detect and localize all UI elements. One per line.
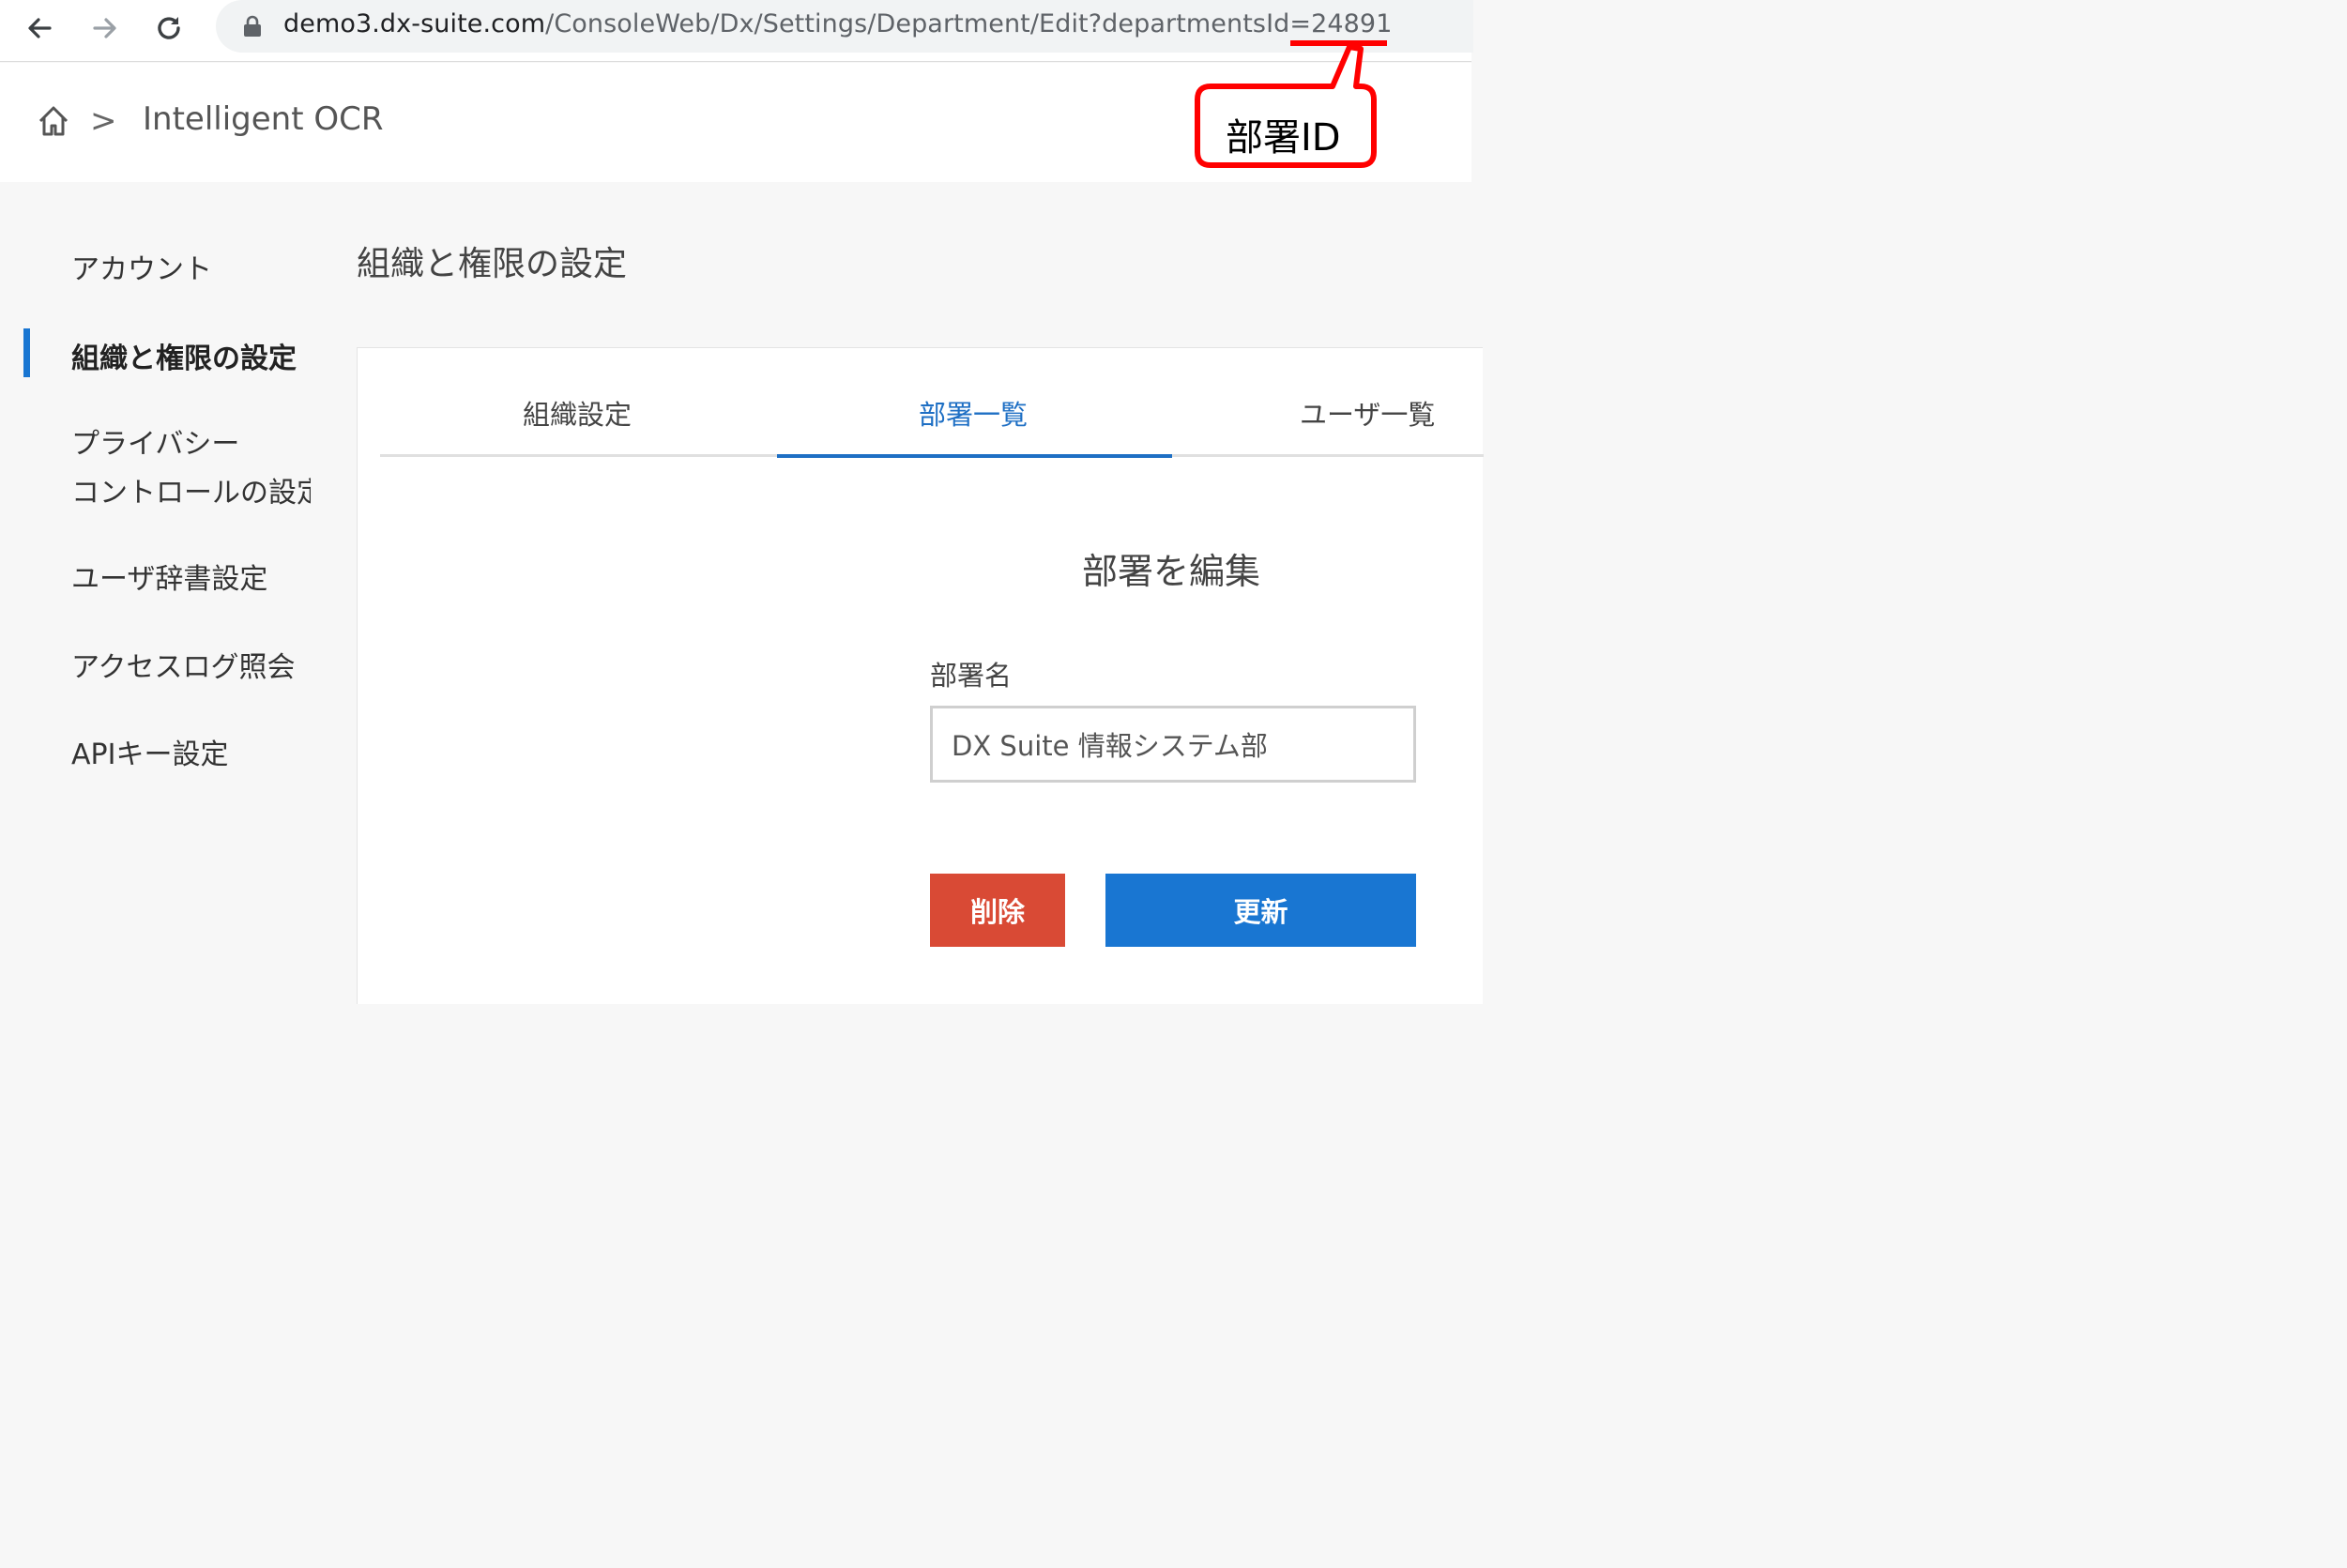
tab-user-list[interactable]: ユーザ一覧	[1300, 393, 1435, 433]
sidebar-item-org-permissions[interactable]: 組織と権限の設定	[71, 335, 297, 376]
breadcrumb-separator: >	[90, 102, 117, 140]
sidebar-item-user-dictionary[interactable]: ユーザ辞書設定	[71, 556, 267, 597]
reload-button[interactable]	[148, 8, 190, 49]
arrow-right-icon	[93, 18, 116, 38]
page-title: 組織と権限の設定	[357, 245, 628, 283]
back-button[interactable]	[19, 8, 60, 49]
forward-button[interactable]	[84, 8, 126, 49]
sidebar-item-api-key[interactable]: APIキー設定	[71, 731, 228, 772]
home-icon[interactable]	[36, 103, 71, 139]
sidebar-active-indicator	[23, 328, 30, 377]
lock-icon	[244, 15, 261, 37]
tab-org-settings[interactable]: 組織設定	[523, 393, 632, 433]
department-name-input[interactable]	[930, 706, 1416, 783]
content-card: 組織設定 部署一覧 ユーザ一覧 部署を編集 部署名 削除 更新	[357, 347, 1484, 1004]
sidebar-item-privacy-line2[interactable]: コントロールの設定	[71, 469, 311, 510]
department-name-label: 部署名	[930, 660, 1013, 692]
breadcrumb-app-name[interactable]: Intelligent OCR	[143, 100, 383, 138]
sidebar-item-privacy-line1[interactable]: プライバシー	[71, 420, 239, 462]
arrow-left-icon	[28, 18, 52, 38]
url-text: demo3.dx-suite.com/ConsoleWeb/Dx/Setting…	[283, 9, 1392, 38]
sidebar-item-account[interactable]: アカウント	[71, 246, 212, 287]
url-host: demo3.dx-suite.com	[283, 9, 546, 38]
tab-department-list[interactable]: 部署一覧	[919, 393, 1028, 433]
update-button[interactable]: 更新	[1105, 874, 1416, 947]
reload-icon	[158, 17, 180, 39]
delete-button[interactable]: 削除	[930, 874, 1065, 947]
annotation-label: 部署ID	[1226, 116, 1341, 160]
form-title: 部署を編集	[1082, 551, 1261, 592]
url-path: /ConsoleWeb/Dx/Settings/Department/Edit?…	[545, 9, 1393, 38]
active-tab-indicator	[777, 454, 1172, 458]
sidebar-item-access-log[interactable]: アクセスログ照会	[71, 644, 296, 685]
